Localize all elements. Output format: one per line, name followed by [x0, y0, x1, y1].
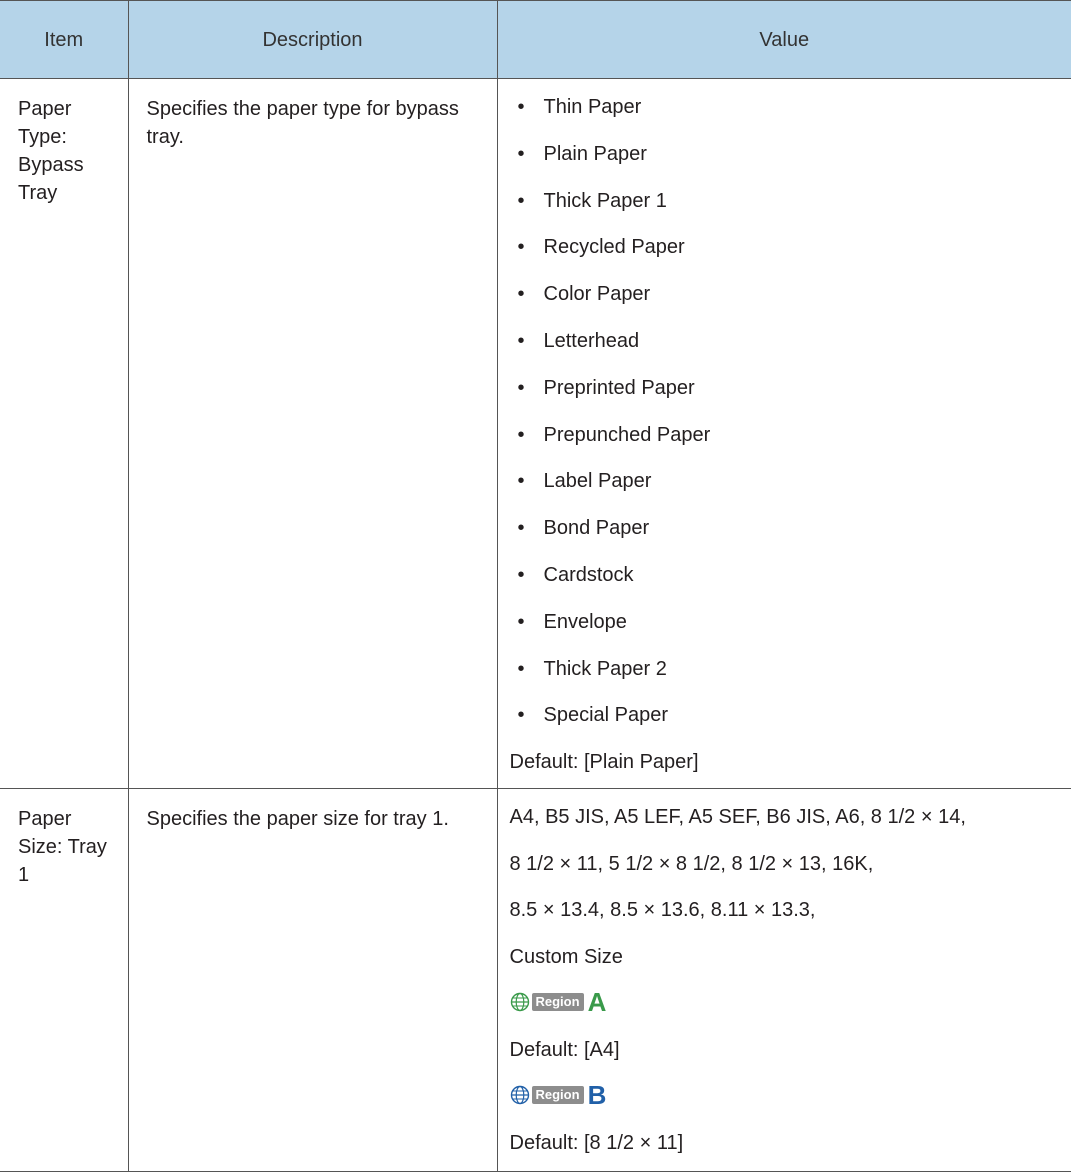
default-value: Default: [A4] — [509, 1038, 620, 1061]
value-cell: Thin Paper Plain Paper Thick Paper 1 Rec… — [496, 77, 1071, 790]
item-text: Paper Size: Tray 1 — [18, 808, 107, 887]
list-item: Bond Paper — [518, 514, 1071, 561]
region-letter: A — [587, 987, 607, 1018]
size-line: A4, B5 JIS, A5 LEF, A5 SEF, B6 JIS, A6, … — [509, 806, 966, 829]
description-text: Specifies the paper type for bypass tray… — [146, 98, 459, 148]
description-cell: Specifies the paper size for tray 1. — [127, 788, 498, 1172]
paper-type-list: Thin Paper Plain Paper Thick Paper 1 Rec… — [498, 79, 1071, 748]
list-item: Recycled Paper — [518, 233, 1071, 280]
region-b-badge: Region B — [510, 1082, 1064, 1129]
default-value: Default: [8 1/2 × 11] — [509, 1131, 684, 1154]
list-item: Thin Paper — [518, 93, 1071, 140]
header-description: Description — [127, 0, 498, 79]
table-row-paper-size-tray1: Paper Size: Tray 1 Specifies the paper s… — [0, 788, 1071, 1172]
header-value: Value — [496, 0, 1071, 79]
size-line: 8 1/2 × 11, 5 1/2 × 8 1/2, 8 1/2 × 13, 1… — [509, 852, 874, 875]
region-label: Region — [531, 1086, 584, 1105]
description-cell: Specifies the paper type for bypass tray… — [127, 77, 498, 790]
list-item: Thick Paper 1 — [518, 187, 1071, 234]
list-item: Cardstock — [518, 561, 1071, 608]
list-item: Envelope — [518, 608, 1071, 655]
list-item: Special Paper — [518, 701, 1071, 748]
list-item: Preprinted Paper — [518, 374, 1071, 421]
item-cell: Paper Size: Tray 1 — [0, 788, 129, 1172]
list-item: Plain Paper — [518, 140, 1071, 187]
item-cell: Paper Type: Bypass Tray — [0, 77, 129, 790]
list-item: Prepunched Paper — [518, 421, 1071, 468]
item-text: Paper Type: Bypass Tray — [18, 98, 84, 204]
list-item: Thick Paper 2 — [518, 655, 1071, 702]
globe-icon — [510, 1085, 529, 1105]
list-item: Letterhead — [518, 327, 1071, 374]
region-a-badge: Region A — [510, 989, 1064, 1036]
header-row: Item Description Value — [0, 0, 1071, 79]
description-text: Specifies the paper size for tray 1. — [146, 808, 449, 831]
value-cell: A4, B5 JIS, A5 LEF, A5 SEF, B6 JIS, A6, … — [496, 788, 1071, 1172]
settings-table: Item Description Value Paper Type: Bypas… — [0, 0, 1071, 1172]
list-item: Color Paper — [518, 280, 1071, 327]
header-item: Item — [0, 0, 129, 79]
region-label: Region — [531, 993, 584, 1012]
size-line: Custom Size — [509, 945, 623, 968]
table-row-paper-type-bypass: Paper Type: Bypass Tray Specifies the pa… — [0, 77, 1071, 790]
globe-icon — [510, 992, 529, 1012]
region-letter: B — [587, 1080, 607, 1111]
default-value: Default: [Plain Paper] — [509, 751, 699, 774]
size-line: 8.5 × 13.4, 8.5 × 13.6, 8.11 × 13.3, — [509, 899, 816, 922]
list-item: Label Paper — [518, 467, 1071, 514]
